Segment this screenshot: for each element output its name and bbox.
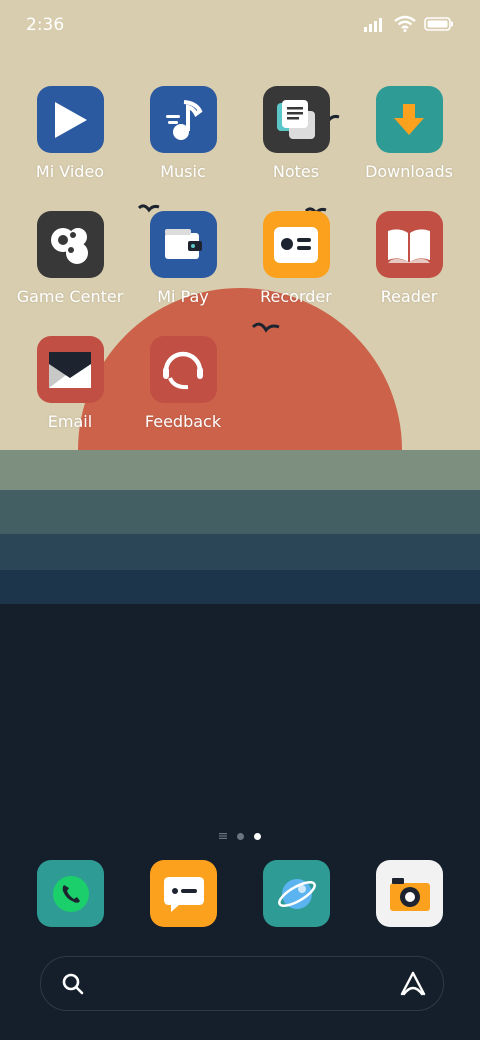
app-mi-pay[interactable]: Mi Pay <box>128 211 238 306</box>
wallpaper-band <box>0 490 480 534</box>
app-label: Reader <box>380 287 438 306</box>
dock-messages[interactable] <box>150 860 217 927</box>
wallpaper-band <box>0 570 480 604</box>
music-note-icon <box>149 86 217 153</box>
recorder-icon <box>262 211 330 278</box>
status-bar: 2:36 <box>0 0 480 52</box>
battery-icon <box>424 16 453 31</box>
app-game-center[interactable]: Game Center <box>15 211 125 306</box>
app-label: Recorder <box>260 287 332 306</box>
page-indicator[interactable] <box>0 829 480 843</box>
bird-icon <box>252 322 280 333</box>
dock-phone[interactable] <box>37 860 104 927</box>
app-label: Game Center <box>16 287 124 306</box>
page-dot-active[interactable] <box>254 832 261 840</box>
headset-icon <box>149 336 217 403</box>
app-reader[interactable]: Reader <box>354 211 464 306</box>
wifi-icon <box>394 15 416 32</box>
app-recorder[interactable]: Recorder <box>241 211 351 306</box>
app-label: Music <box>160 162 206 181</box>
wallet-icon <box>149 211 217 278</box>
app-label: Mi Pay <box>157 287 209 306</box>
app-label: Notes <box>272 162 320 181</box>
search-bar[interactable] <box>40 956 444 1011</box>
menu-icon[interactable] <box>219 832 227 840</box>
download-arrow-icon <box>375 86 443 153</box>
app-notes[interactable]: Notes <box>241 86 351 181</box>
game-controller-icon <box>36 211 104 278</box>
app-music[interactable]: Music <box>128 86 238 181</box>
play-icon <box>36 86 104 153</box>
search-icon <box>62 973 84 995</box>
app-email[interactable]: Email <box>15 336 125 431</box>
app-label: Downloads <box>365 162 453 181</box>
status-time: 2:36 <box>26 15 65 35</box>
app-feedback[interactable]: Feedback <box>128 336 238 431</box>
phone-icon <box>52 875 89 912</box>
dock-browser[interactable] <box>263 860 330 927</box>
app-label: Mi Video <box>35 162 105 181</box>
app-label: Email <box>47 412 93 431</box>
wallpaper-band <box>0 534 480 570</box>
dock-camera[interactable] <box>376 860 443 927</box>
assistant-icon[interactable] <box>399 970 427 998</box>
signal-icon <box>364 17 382 32</box>
app-mi-video[interactable]: Mi Video <box>15 86 125 181</box>
wallpaper-band <box>0 450 480 490</box>
page-dot[interactable] <box>237 832 244 840</box>
book-icon <box>375 211 443 278</box>
app-downloads[interactable]: Downloads <box>354 86 464 181</box>
envelope-icon <box>36 336 104 403</box>
app-label: Feedback <box>144 412 222 431</box>
messages-icon <box>163 876 204 912</box>
notes-icon <box>262 86 330 153</box>
camera-icon <box>389 877 430 911</box>
browser-icon <box>277 878 316 909</box>
